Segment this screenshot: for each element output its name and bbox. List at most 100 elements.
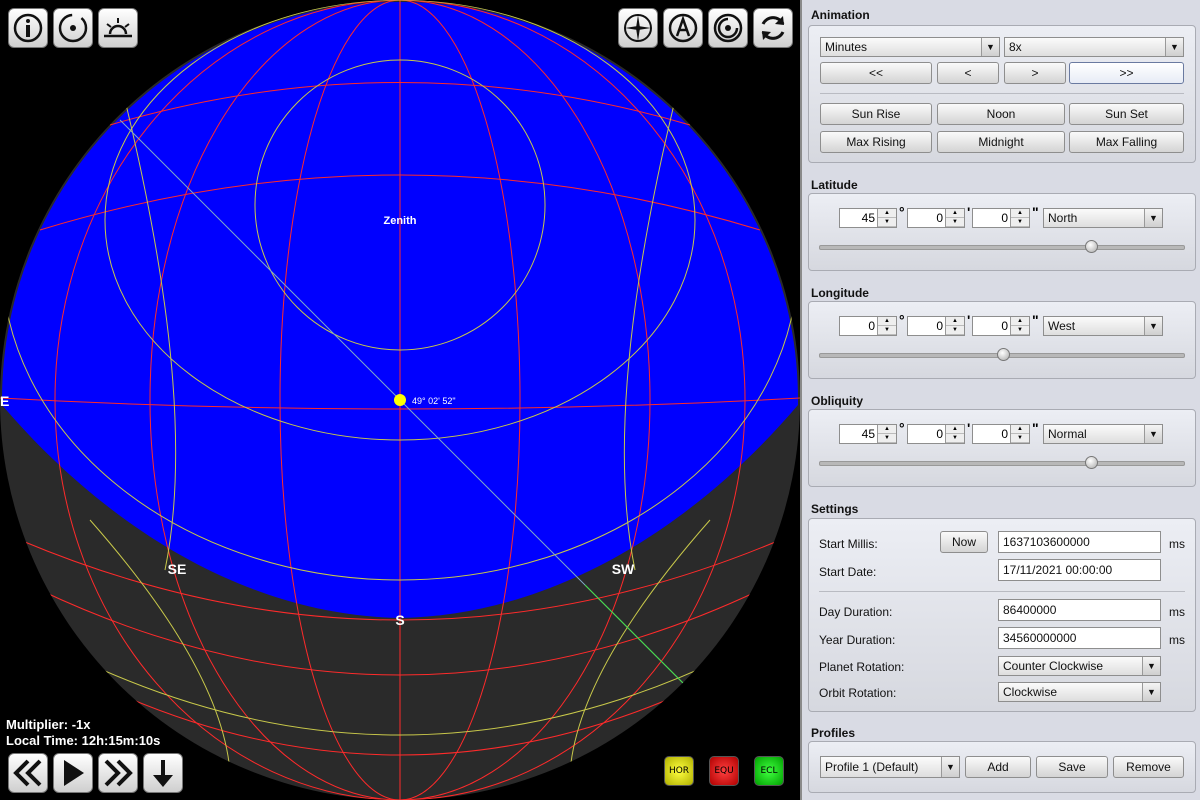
- orbit-rotation-value: Clockwise: [1003, 685, 1058, 699]
- latitude-direction-select[interactable]: North ▼: [1043, 208, 1163, 228]
- control-panel: Animation Minutes ▼ 8x ▼ << < > >> Sun Ris…: [800, 0, 1200, 800]
- start-millis-label: Start Millis:: [819, 537, 878, 551]
- degree-symbol: °: [899, 312, 905, 328]
- auto-button[interactable]: [663, 8, 703, 48]
- play-button[interactable]: [53, 753, 93, 793]
- auto-icon: [668, 13, 698, 43]
- obliquity-degrees-value: 45: [861, 427, 875, 441]
- obliquity-direction-select[interactable]: Normal ▼: [1043, 424, 1163, 444]
- animation-box: Minutes ▼ 8x ▼ << < > >> Sun Rise Noon Sun…: [808, 25, 1196, 163]
- longitude-seconds-value: 0: [1001, 319, 1008, 333]
- compass-button[interactable]: [618, 8, 658, 48]
- latitude-title: Latitude: [811, 178, 858, 192]
- spinner-arrows-icon[interactable]: ▲ ▼: [1010, 317, 1029, 335]
- ecliptic-layer-toggle[interactable]: ECL: [754, 756, 784, 786]
- day-duration-label: Day Duration:: [819, 605, 893, 619]
- start-millis-input[interactable]: 1637103600000: [998, 531, 1161, 553]
- latitude-minutes-spinner[interactable]: 0 ▲ ▼: [907, 208, 965, 228]
- sunrise-view-button[interactable]: [98, 8, 138, 48]
- orbit-rotate-button[interactable]: [708, 8, 748, 48]
- save-profile-button[interactable]: Save: [1036, 756, 1108, 778]
- refresh-button[interactable]: [753, 8, 793, 48]
- max-falling-button[interactable]: Max Falling: [1069, 131, 1184, 153]
- add-profile-button[interactable]: Add: [965, 756, 1031, 778]
- spinner-arrows-icon[interactable]: ▲ ▼: [877, 317, 896, 335]
- minute-symbol: ': [967, 312, 971, 328]
- minute-symbol: ': [967, 420, 971, 436]
- max-rising-button[interactable]: Max Rising: [820, 131, 932, 153]
- obliquity-minutes-spinner[interactable]: 0 ▲ ▼: [907, 424, 965, 444]
- longitude-minutes-spinner[interactable]: 0 ▲ ▼: [907, 316, 965, 336]
- step-back-fast-button[interactable]: <<: [820, 62, 932, 84]
- slider-knob[interactable]: [1085, 456, 1099, 469]
- latitude-degrees-value: 45: [861, 211, 875, 225]
- obliquity-seconds-spinner[interactable]: 0 ▲ ▼: [972, 424, 1030, 444]
- obliquity-slider[interactable]: [819, 456, 1185, 469]
- multiplier-readout: Multiplier: -1x: [6, 717, 91, 732]
- profiles-title: Profiles: [811, 726, 856, 740]
- longitude-degrees-spinner[interactable]: 0 ▲ ▼: [839, 316, 897, 336]
- speed-select[interactable]: 8x ▼: [1004, 37, 1184, 57]
- day-duration-input[interactable]: 86400000: [998, 599, 1161, 621]
- time-unit-select[interactable]: Minutes ▼: [820, 37, 1000, 57]
- chevron-down-icon: ▼: [1142, 657, 1160, 675]
- settings-box: Start Millis: Now 1637103600000 ms Start…: [808, 518, 1196, 712]
- chevron-down-icon: ▼: [981, 38, 999, 56]
- step-forward-button[interactable]: >: [1004, 62, 1066, 84]
- orbit-view-button[interactable]: [53, 8, 93, 48]
- noon-button[interactable]: Noon: [937, 103, 1065, 125]
- spinner-arrows-icon[interactable]: ▲ ▼: [877, 209, 896, 227]
- sun-set-button[interactable]: Sun Set: [1069, 103, 1184, 125]
- longitude-slider[interactable]: [819, 348, 1185, 361]
- minute-symbol: ': [967, 204, 971, 220]
- remove-profile-button[interactable]: Remove: [1113, 756, 1184, 778]
- rewind-button[interactable]: [8, 753, 48, 793]
- now-button[interactable]: Now: [940, 531, 988, 553]
- profile-select[interactable]: Profile 1 (Default) ▼: [820, 756, 960, 778]
- spinner-arrows-icon[interactable]: ▲ ▼: [877, 425, 896, 443]
- spinner-arrows-icon[interactable]: ▲ ▼: [945, 317, 964, 335]
- year-duration-input[interactable]: 34560000000: [998, 627, 1161, 649]
- latitude-box: 45 ▲ ▼ ° 0 ▲ ▼ ' 0 ▲ ▼ " North ▼: [808, 193, 1196, 271]
- longitude-degrees-value: 0: [868, 319, 875, 333]
- ms-unit-label: ms: [1169, 633, 1185, 647]
- longitude-seconds-spinner[interactable]: 0 ▲ ▼: [972, 316, 1030, 336]
- latitude-degrees-spinner[interactable]: 45 ▲ ▼: [839, 208, 897, 228]
- longitude-direction-select[interactable]: West ▼: [1043, 316, 1163, 336]
- fast-forward-icon: [104, 759, 133, 787]
- celestial-view[interactable]: 49° 02' 52" Zenith E SE S SW Multiplier:…: [0, 0, 800, 800]
- orbit-rotation-select[interactable]: Clockwise ▼: [998, 682, 1161, 702]
- divider: [819, 591, 1185, 592]
- info-icon: [13, 13, 43, 43]
- obliquity-degrees-spinner[interactable]: 45 ▲ ▼: [839, 424, 897, 444]
- midnight-button[interactable]: Midnight: [937, 131, 1065, 153]
- planet-rotation-select[interactable]: Counter Clockwise ▼: [998, 656, 1161, 676]
- second-symbol: ": [1032, 420, 1039, 436]
- latitude-seconds-spinner[interactable]: 0 ▲ ▼: [972, 208, 1030, 228]
- step-back-button[interactable]: <: [937, 62, 999, 84]
- sun-rise-button[interactable]: Sun Rise: [820, 103, 932, 125]
- animation-title: Animation: [811, 8, 870, 22]
- east-label: E: [0, 393, 9, 409]
- southeast-label: SE: [168, 561, 187, 577]
- spinner-arrows-icon[interactable]: ▲ ▼: [945, 425, 964, 443]
- latitude-minutes-value: 0: [936, 211, 943, 225]
- horizon-layer-toggle[interactable]: HOR: [664, 756, 694, 786]
- divider: [820, 93, 1184, 94]
- start-date-input[interactable]: 17/11/2021 00:00:00: [998, 559, 1161, 581]
- spinner-arrows-icon[interactable]: ▲ ▼: [1010, 425, 1029, 443]
- equator-layer-toggle[interactable]: EQU: [709, 756, 739, 786]
- slider-knob[interactable]: [1085, 240, 1099, 253]
- orbit-icon: [58, 13, 88, 43]
- latitude-slider[interactable]: [819, 240, 1185, 253]
- slider-knob[interactable]: [996, 348, 1010, 361]
- fast-forward-button[interactable]: [98, 753, 138, 793]
- info-button[interactable]: [8, 8, 48, 48]
- step-forward-fast-button[interactable]: >>: [1069, 62, 1184, 84]
- spinner-arrows-icon[interactable]: ▲ ▼: [1010, 209, 1029, 227]
- degree-symbol: °: [899, 204, 905, 220]
- step-down-button[interactable]: [143, 753, 183, 793]
- profiles-box: Profile 1 (Default) ▼ Add Save Remove: [808, 741, 1196, 793]
- celestial-sphere[interactable]: 49° 02' 52" Zenith E SE S SW: [0, 0, 800, 800]
- spinner-arrows-icon[interactable]: ▲ ▼: [945, 209, 964, 227]
